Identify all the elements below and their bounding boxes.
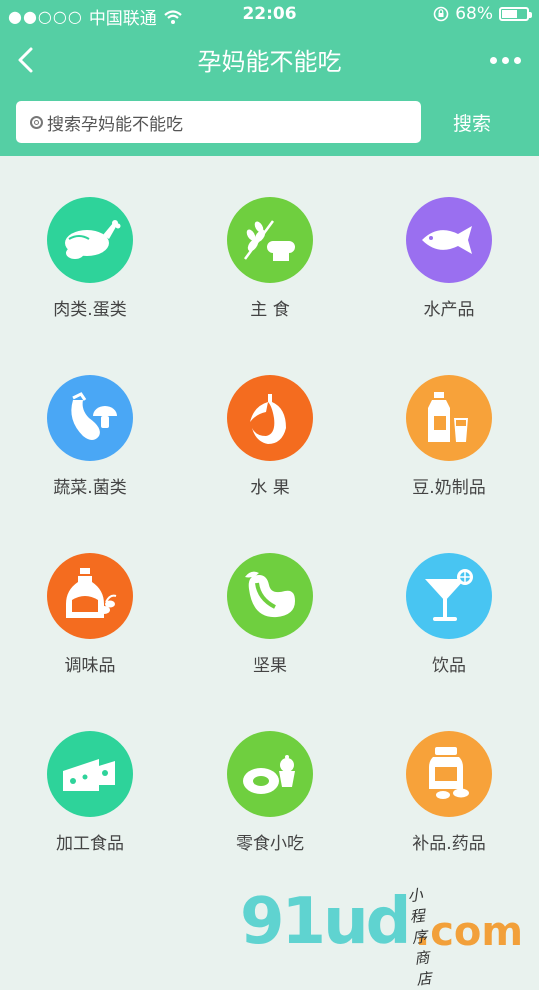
category-label: 补品.药品	[412, 834, 486, 854]
search-icon	[30, 115, 43, 129]
category-supplements[interactable]: 补品.药品	[369, 731, 529, 854]
nav-bar: 孕妈能不能吃	[0, 30, 539, 90]
page-title: 孕妈能不能吃	[197, 48, 342, 76]
pill-jar-icon	[429, 747, 469, 799]
category-label: 水产品	[423, 300, 475, 320]
milk-icon	[428, 392, 468, 442]
cheese-icon	[63, 759, 115, 791]
search-input[interactable]: 搜索孕妈能不能吃	[16, 101, 421, 143]
category-circle	[227, 197, 313, 283]
category-circle	[406, 197, 492, 283]
category-label: 水 果	[250, 478, 290, 498]
search-placeholder: 搜索孕妈能不能吃	[47, 114, 183, 135]
category-circle	[406, 731, 492, 817]
category-seafood[interactable]: 水产品	[369, 197, 529, 320]
category-label: 肉类.蛋类	[53, 300, 127, 320]
watermark-brand: 91ud	[240, 885, 411, 959]
category-drinks[interactable]: 饮品	[369, 553, 529, 676]
category-circle	[227, 375, 313, 461]
more-dot-icon	[514, 56, 521, 64]
snack-icon	[243, 755, 295, 794]
category-label: 饮品	[432, 656, 466, 676]
eggplant-mushroom-icon	[71, 392, 117, 440]
rotation-lock-icon	[433, 6, 449, 22]
category-circle	[47, 731, 133, 817]
category-circle	[227, 553, 313, 639]
more-menu-button[interactable]	[490, 45, 521, 75]
grain-bread-icon	[243, 220, 295, 261]
category-label: 豆.奶制品	[412, 478, 486, 498]
cocktail-icon	[425, 569, 473, 621]
category-label: 零食小吃	[236, 834, 304, 854]
category-label: 加工食品	[56, 834, 124, 854]
category-nuts[interactable]: 坚果	[190, 553, 350, 676]
nut-icon	[245, 571, 295, 618]
category-snacks[interactable]: 零食小吃	[190, 731, 350, 854]
fish-icon	[422, 226, 472, 254]
category-circle	[47, 197, 133, 283]
status-bar: ●●○○○ 中国联通 22:06 68%	[0, 0, 539, 30]
category-label: 调味品	[64, 656, 116, 676]
search-button[interactable]: 搜索	[432, 101, 512, 143]
more-dot-icon	[502, 56, 509, 64]
chicken-icon	[65, 220, 121, 259]
more-dot-icon	[490, 56, 497, 64]
search-bar: 搜索孕妈能不能吃 搜索	[0, 90, 539, 156]
category-circle	[47, 375, 133, 461]
battery-icon	[499, 7, 532, 21]
category-processed-food[interactable]: 加工食品	[10, 731, 170, 854]
category-dairy[interactable]: 豆.奶制品	[369, 375, 529, 498]
battery-percent: 68%	[455, 4, 493, 24]
category-label: 坚果	[253, 656, 287, 676]
category-circle	[406, 375, 492, 461]
category-label: 主 食	[250, 300, 290, 320]
category-meat-eggs[interactable]: 肉类.蛋类	[10, 197, 170, 320]
category-vegetables[interactable]: 蔬菜.菌类	[10, 375, 170, 498]
category-circle	[227, 731, 313, 817]
category-label: 蔬菜.菌类	[53, 478, 127, 498]
banana-icon	[250, 394, 286, 444]
category-circle	[406, 553, 492, 639]
category-staple-food[interactable]: 主 食	[190, 197, 350, 320]
category-seasoning[interactable]: 调味品	[10, 553, 170, 676]
category-circle	[47, 553, 133, 639]
category-fruit[interactable]: 水 果	[190, 375, 350, 498]
oil-bottle-icon	[66, 568, 117, 618]
